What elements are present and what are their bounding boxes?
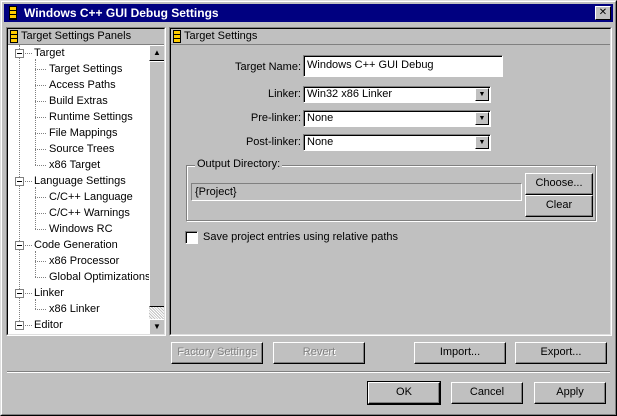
- tree-item-label: Windows RC: [49, 223, 113, 235]
- panel-icon: [10, 30, 18, 43]
- chevron-down-icon[interactable]: ▼: [475, 112, 489, 125]
- arrow-up-icon: ▲: [153, 48, 161, 57]
- tree-item[interactable]: Build Extras: [49, 93, 108, 109]
- tree-item-label: Target: [34, 47, 65, 59]
- tree-item[interactable]: Windows RC: [49, 221, 113, 237]
- prelinker-select[interactable]: None ▼: [303, 110, 491, 127]
- postlinker-select[interactable]: None ▼: [303, 134, 491, 151]
- choose-button[interactable]: Choose...: [525, 173, 593, 195]
- revert-button[interactable]: Revert: [273, 342, 365, 364]
- tree-item-label: Runtime Settings: [49, 111, 133, 123]
- chevron-down-icon[interactable]: ▼: [475, 136, 489, 149]
- title-bar[interactable]: Windows C++ GUI Debug Settings ✕: [4, 4, 613, 22]
- tree-group[interactable]: Language Settings: [34, 173, 126, 189]
- tree-group[interactable]: Linker: [34, 285, 64, 301]
- tree-item[interactable]: C/C++ Warnings: [49, 205, 130, 221]
- collapse-icon[interactable]: [15, 241, 24, 250]
- separator: [7, 371, 610, 373]
- linker-select[interactable]: Win32 x86 Linker ▼: [303, 86, 491, 103]
- linker-label: Linker:: [267, 88, 301, 100]
- relative-paths-checkbox[interactable]: [185, 231, 198, 244]
- import-button[interactable]: Import...: [414, 342, 506, 364]
- relative-paths-label: Save project entries using relative path…: [203, 231, 399, 243]
- cancel-button[interactable]: Cancel: [451, 382, 523, 404]
- tree-item[interactable]: Runtime Settings: [49, 109, 133, 125]
- tree-item-label: Source Trees: [49, 143, 115, 155]
- collapse-icon[interactable]: [15, 289, 24, 298]
- postlinker-label: Post-linker:: [245, 136, 301, 148]
- settings-panel-header: Target Settings: [171, 29, 610, 45]
- tree-item[interactable]: File Mappings: [49, 125, 117, 141]
- tree-item-label: Code Generation: [34, 239, 118, 251]
- tree-item-label: Global Optimizations: [49, 271, 151, 283]
- tree-item-label: C/C++ Warnings: [49, 207, 130, 219]
- tree-item[interactable]: Global Optimizations: [49, 269, 151, 285]
- tree-group[interactable]: Editor: [34, 317, 63, 333]
- project-icon: [9, 6, 17, 20]
- output-directory-label: Output Directory:: [195, 158, 283, 170]
- close-icon: ✕: [598, 7, 608, 18]
- prelinker-label: Pre-linker:: [250, 112, 301, 124]
- apply-button[interactable]: Apply: [534, 382, 606, 404]
- tree-item-label: Build Extras: [49, 95, 108, 107]
- tree-item-label: Language Settings: [34, 175, 126, 187]
- panel-icon: [173, 30, 181, 43]
- tree-item-label: x86 Target: [49, 159, 101, 171]
- export-button[interactable]: Export...: [515, 342, 607, 364]
- tree-group[interactable]: Code Generation: [34, 237, 118, 253]
- settings-tree-panel: Target Settings Panels Target Target Sett…: [6, 27, 166, 336]
- tree-item-label: File Mappings: [49, 127, 118, 139]
- tree-item-label: C/C++ Language: [49, 191, 133, 203]
- ok-button[interactable]: OK: [367, 381, 441, 405]
- tree-item-label: Access Paths: [49, 79, 116, 91]
- collapse-icon[interactable]: [15, 49, 24, 58]
- collapse-icon[interactable]: [15, 321, 24, 330]
- close-button[interactable]: ✕: [595, 6, 611, 20]
- window-title: Windows C++ GUI Debug Settings: [24, 6, 219, 20]
- target-name-input[interactable]: Windows C++ GUI Debug: [303, 55, 503, 77]
- settings-dialog: Windows C++ GUI Debug Settings ✕ Target …: [0, 0, 617, 416]
- tree-item-label: Target Settings: [49, 63, 123, 75]
- tree-item-label: x86 Linker: [49, 303, 100, 315]
- arrow-down-icon: ▼: [153, 322, 161, 331]
- tree-item[interactable]: x86 Linker: [49, 301, 100, 317]
- tree-scrollbar[interactable]: ▲ ▼: [149, 45, 164, 334]
- tree-item[interactable]: x86 Processor: [49, 253, 119, 269]
- tree-item[interactable]: Source Trees: [49, 141, 114, 157]
- scroll-thumb[interactable]: [149, 61, 164, 307]
- clear-button[interactable]: Clear: [525, 195, 593, 217]
- target-settings-panel: Target Settings Target Name: Windows C++…: [169, 27, 612, 336]
- scroll-down-button[interactable]: ▼: [149, 319, 164, 334]
- tree-item-label: Editor: [34, 319, 63, 331]
- tree-item-label: Linker: [34, 287, 64, 299]
- scroll-up-button[interactable]: ▲: [149, 45, 164, 61]
- tree-panel-header: Target Settings Panels: [8, 29, 164, 45]
- tree-item[interactable]: Target Settings: [49, 61, 122, 77]
- settings-tree: Target Target Settings Access Paths Build E…: [8, 45, 151, 334]
- collapse-icon[interactable]: [15, 177, 24, 186]
- tree-item[interactable]: x86 Target: [49, 157, 100, 173]
- output-directory-field: {Project}: [191, 183, 522, 201]
- chevron-down-icon[interactable]: ▼: [475, 88, 489, 101]
- tree-group[interactable]: Target: [34, 45, 65, 61]
- tree-item[interactable]: C/C++ Language: [49, 189, 133, 205]
- factory-settings-button[interactable]: Factory Settings: [171, 342, 263, 364]
- target-name-label: Target Name:: [234, 61, 301, 73]
- tree-item-label: x86 Processor: [49, 255, 120, 267]
- tree-item[interactable]: Access Paths: [49, 77, 116, 93]
